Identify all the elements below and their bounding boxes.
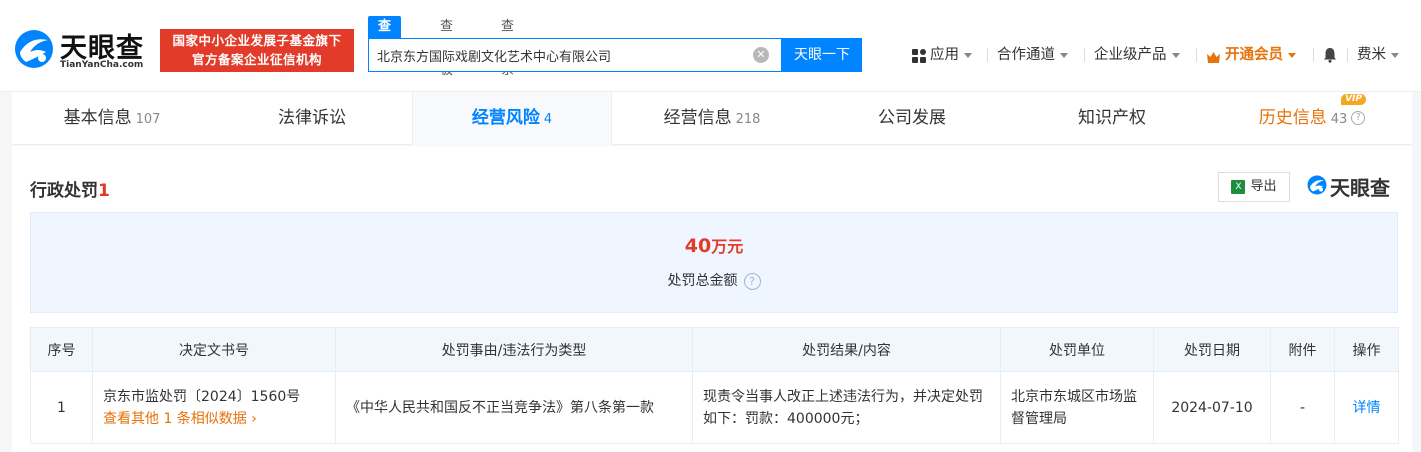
top-header: 天眼查 TianYanCha.com 国家中小企业发展子基金旗下 官方备案企业征… — [0, 0, 1421, 92]
cell-doc-no: 京东市监处罚〔2024〕1560号 查看其他 1 条相似数据 › — [92, 371, 336, 444]
section-title: 行政处罚1 — [30, 176, 110, 201]
user-name: 费米 — [1357, 47, 1386, 63]
chevron-down-icon — [1171, 52, 1180, 58]
admin-penalty-section: 行政处罚1 X 导出 天眼查 40万元 处罚总金额? 序号 决定文书号 处罚事由/… — [12, 146, 1412, 452]
clear-icon[interactable]: ✕ — [753, 47, 769, 63]
cell-reason: 《中华人民共和国反不正当竞争法》第八条第一款 — [335, 371, 693, 444]
section-title-text: 行政处罚 — [30, 181, 98, 201]
nav-vip-label: 开通会员 — [1225, 47, 1283, 63]
help-icon[interactable]: ? — [1351, 111, 1366, 125]
total-amount-label-text: 处罚总金额 — [667, 273, 738, 289]
nav-divider — [1347, 48, 1348, 62]
detail-link[interactable]: 详情 — [1353, 400, 1381, 416]
tab-label: 经营信息 — [663, 108, 732, 128]
search-button[interactable]: 天眼一下 — [782, 38, 862, 72]
chevron-down-icon — [1060, 52, 1068, 58]
tab-label: 知识产权 — [1078, 108, 1146, 128]
grid-icon — [912, 48, 926, 63]
excel-icon: X — [1231, 179, 1246, 194]
watermark-text: 天眼查 — [1330, 176, 1390, 200]
tab-history[interactable]: VIP 历史信息 43? — [1212, 92, 1412, 145]
tab-business-risk[interactable]: 经营风险 4 — [412, 92, 612, 145]
tab-ip[interactable]: 知识产权 — [1012, 92, 1212, 145]
tab-count: 218 — [735, 112, 761, 127]
tab-litigation[interactable]: 法律诉讼 — [212, 92, 412, 145]
nav-apps-label: 应用 — [930, 47, 959, 63]
cell-authority: 北京市东城区市场监督管理局 — [1000, 371, 1154, 444]
site-logo[interactable]: 天眼查 TianYanCha.com — [12, 26, 152, 72]
banner-line-1: 国家中小企业发展子基金旗下 — [172, 33, 342, 48]
col-header-index: 序号 — [30, 327, 93, 372]
crown-icon — [1206, 49, 1221, 63]
tab-business-info[interactable]: 经营信息 218 — [612, 92, 812, 145]
user-menu[interactable]: 费米 — [1357, 44, 1399, 66]
company-tabs: 基本信息 107 法律诉讼 经营风险 4 经营信息 218 公司发展 知识产权 VIP… — [12, 92, 1412, 145]
help-icon[interactable]: ? — [743, 272, 761, 290]
official-banner: 国家中小企业发展子基金旗下 官方备案企业征信机构 — [160, 29, 354, 72]
col-header-doc-no: 决定文书号 — [92, 327, 336, 372]
chevron-down-icon — [1391, 52, 1399, 58]
nav-divider — [1196, 48, 1197, 62]
total-amount-label: 处罚总金额? — [31, 270, 1397, 290]
nav-divider — [1313, 48, 1314, 62]
chevron-down-icon — [964, 52, 972, 58]
col-header-result: 处罚结果/内容 — [692, 327, 1001, 372]
chevron-right-icon: › — [251, 410, 257, 427]
search-box: ✕ — [368, 38, 782, 72]
search-tab-relation[interactable]: 查关系 — [501, 16, 514, 78]
nav-enterprise[interactable]: 企业级产品 — [1094, 44, 1180, 66]
section-count: 1 — [98, 181, 110, 201]
col-header-attachment: 附件 — [1270, 327, 1335, 372]
nav-apps[interactable]: 应用 — [912, 44, 972, 66]
nav-enterprise-label: 企业级产品 — [1094, 47, 1167, 63]
chevron-down-icon — [1288, 52, 1296, 58]
notification-bell[interactable] — [1323, 44, 1337, 66]
tab-basic-info[interactable]: 基本信息 107 — [12, 92, 212, 145]
logo-mark-icon — [15, 30, 53, 68]
tab-label: 基本信息 — [63, 108, 132, 128]
nav-divider — [987, 48, 988, 62]
penalty-table: 序号 决定文书号 处罚事由/违法行为类型 处罚结果/内容 处罚单位 处罚日期 附… — [30, 327, 1399, 444]
search-input[interactable] — [369, 39, 749, 71]
cell-action: 详情 — [1334, 371, 1399, 444]
table-header-row: 序号 决定文书号 处罚事由/违法行为类型 处罚结果/内容 处罚单位 处罚日期 附… — [30, 327, 1399, 372]
cell-index: 1 — [30, 371, 93, 444]
export-button[interactable]: X 导出 — [1218, 172, 1290, 202]
tab-count: 4 — [543, 112, 553, 127]
tab-label: 法律诉讼 — [278, 108, 346, 128]
total-amount: 40万元 — [31, 233, 1397, 257]
total-amount-unit: 万元 — [711, 237, 744, 256]
tab-count: 43 — [1330, 112, 1348, 127]
nav-partner-label: 合作通道 — [997, 47, 1055, 63]
col-header-authority: 处罚单位 — [1000, 327, 1154, 372]
col-header-date: 处罚日期 — [1153, 327, 1271, 372]
cell-result: 现责令当事人改正上述违法行为，并决定处罚如下：罚款：400000元； — [692, 371, 1001, 444]
search-tab-company[interactable]: 查公司 — [368, 16, 402, 78]
vip-badge: VIP — [1341, 94, 1366, 105]
tab-count: 107 — [135, 112, 161, 127]
nav-divider — [1084, 48, 1085, 62]
cell-date: 2024-07-10 — [1153, 371, 1271, 444]
export-label: 导出 — [1250, 179, 1277, 194]
tab-label: 经营风险 — [471, 108, 540, 128]
logo-domain: TianYanCha.com — [60, 60, 144, 70]
doc-number: 京东市监处罚〔2024〕1560号 — [103, 388, 301, 405]
nav-partner[interactable]: 合作通道 — [997, 44, 1068, 66]
table-row: 1 京东市监处罚〔2024〕1560号 查看其他 1 条相似数据 › 《中华人民… — [30, 371, 1399, 444]
tab-label: 公司发展 — [878, 108, 946, 128]
tab-label: 历史信息 — [1258, 108, 1327, 128]
cell-attachment: - — [1270, 371, 1335, 444]
nav-vip[interactable]: 开通会员 — [1206, 44, 1296, 66]
col-header-reason: 处罚事由/违法行为类型 — [335, 327, 693, 372]
total-amount-value: 40 — [684, 235, 712, 257]
similar-data-text: 查看其他 1 条相似数据 — [103, 410, 247, 427]
similar-data-link[interactable]: 查看其他 1 条相似数据 › — [103, 408, 325, 430]
penalty-summary: 40万元 处罚总金额? — [30, 212, 1398, 313]
search-tab-boss[interactable]: 查老板 — [440, 16, 453, 78]
bell-icon — [1324, 48, 1336, 63]
banner-line-2: 官方备案企业征信机构 — [191, 52, 322, 67]
logo-mark-icon — [1307, 175, 1327, 195]
col-header-action: 操作 — [1334, 327, 1399, 372]
tab-development[interactable]: 公司发展 — [812, 92, 1012, 145]
